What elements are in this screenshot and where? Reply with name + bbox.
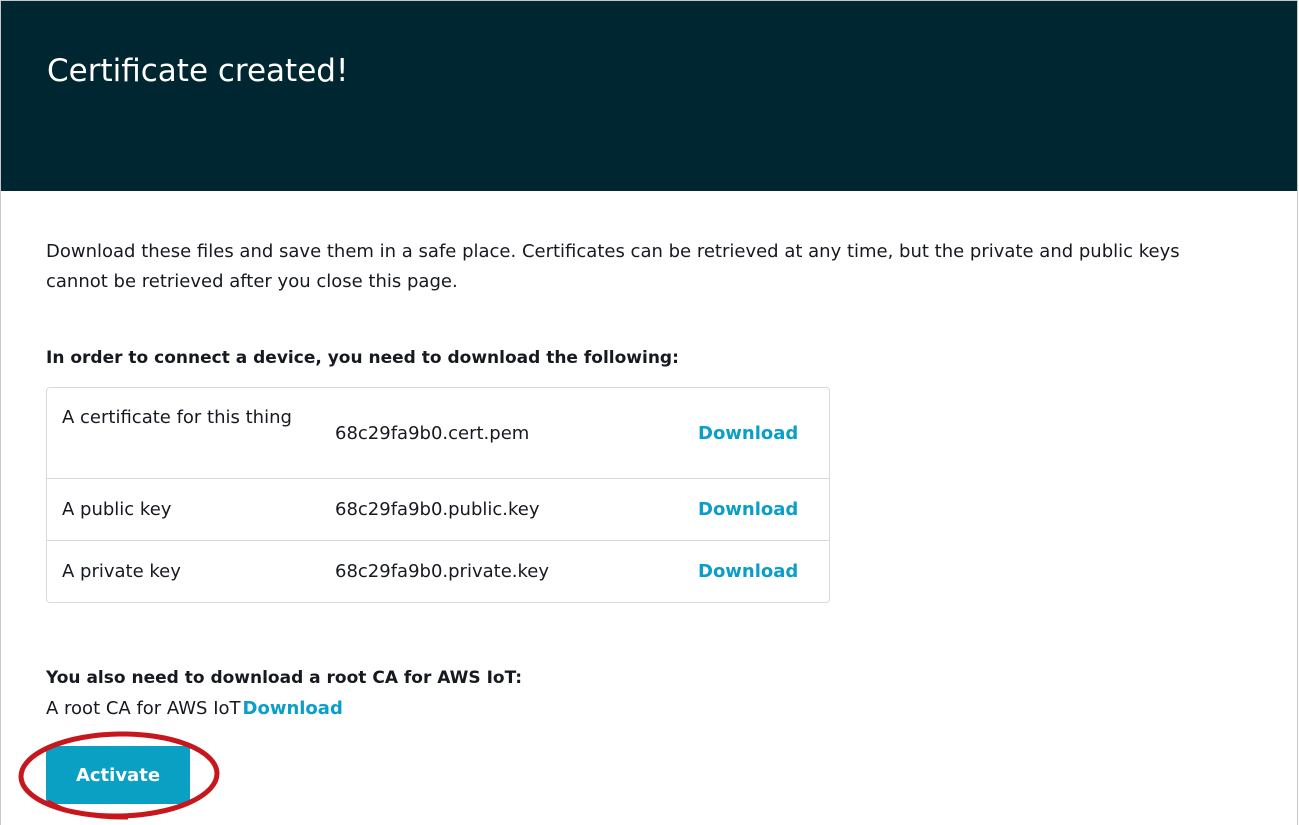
download-private-key-link[interactable]: Download: [698, 557, 798, 587]
file-name: 68c29fa9b0.public.key: [335, 499, 540, 520]
page-header: Certificate created!: [1, 1, 1297, 191]
table-row: A certificate for this thing 68c29fa9b0.…: [47, 388, 829, 479]
page-title: Certificate created!: [47, 53, 349, 89]
download-public-key-link[interactable]: Download: [698, 495, 798, 525]
root-ca-label: A root CA for AWS IoT: [46, 698, 241, 719]
download-files-table: A certificate for this thing 68c29fa9b0.…: [46, 387, 830, 603]
device-files-heading: In order to connect a device, you need t…: [46, 348, 679, 368]
table-row: A private key 68c29fa9b0.private.key Dow…: [47, 541, 829, 602]
file-description: A public key: [62, 499, 172, 520]
root-ca-heading: You also need to download a root CA for …: [46, 668, 523, 688]
file-description: A private key: [62, 561, 181, 582]
file-name: 68c29fa9b0.private.key: [335, 561, 549, 582]
table-row: A public key 68c29fa9b0.public.key Downl…: [47, 479, 829, 541]
root-ca-row: A root CA for AWS IoT Download: [46, 694, 343, 724]
download-certificate-link[interactable]: Download: [698, 419, 798, 449]
file-name: 68c29fa9b0.cert.pem: [335, 423, 530, 444]
activate-button[interactable]: Activate: [46, 746, 190, 804]
download-root-ca-link[interactable]: Download: [243, 698, 343, 719]
intro-text: Download these files and save them in a …: [46, 241, 1180, 292]
file-description: A certificate for this thing: [62, 407, 292, 428]
